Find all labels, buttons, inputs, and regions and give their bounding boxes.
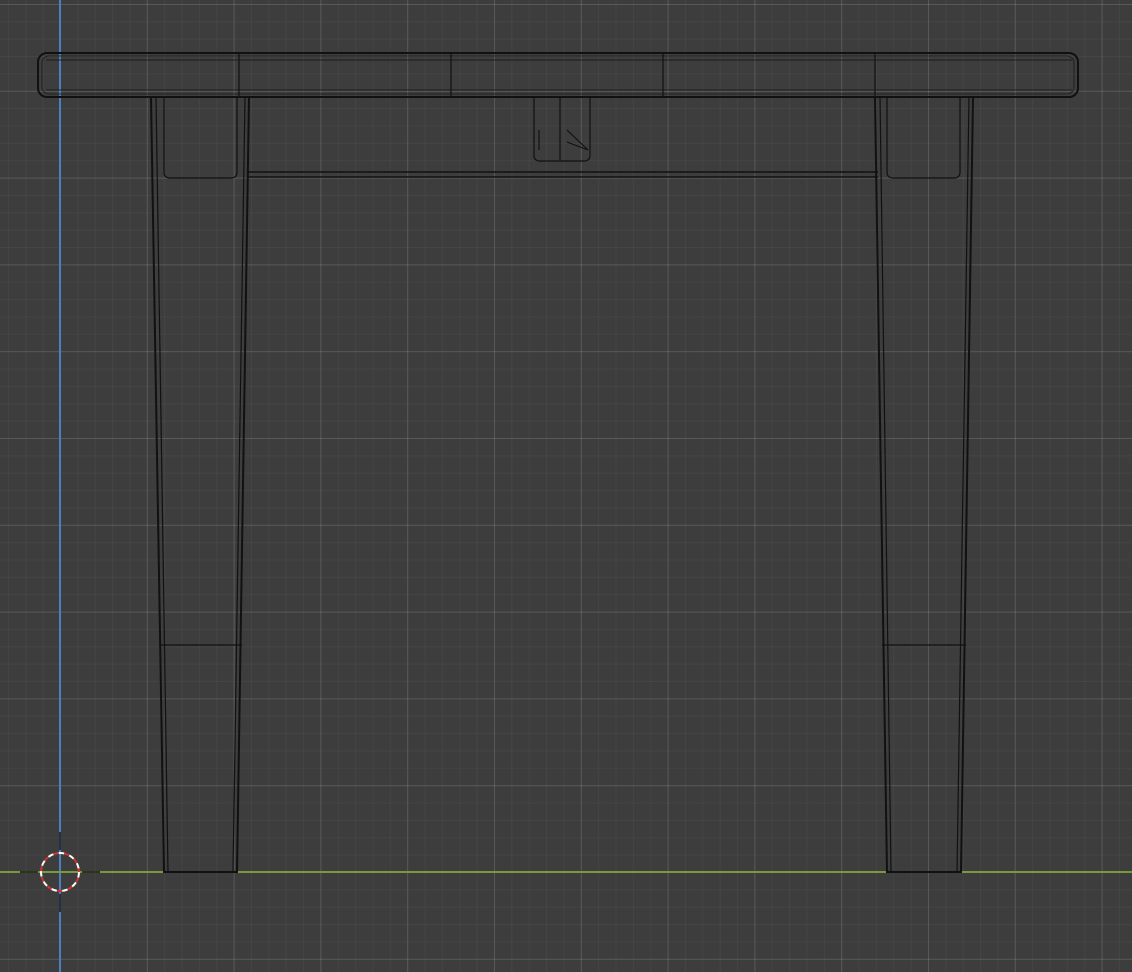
3d-viewport[interactable] [0,0,1132,972]
table-top[interactable] [37,52,1079,98]
drawer-handle[interactable] [533,98,591,162]
apron[interactable] [248,171,878,178]
viewport-scene[interactable] [0,0,1132,972]
leg-left[interactable] [150,96,250,873]
leg-right[interactable] [874,96,974,873]
